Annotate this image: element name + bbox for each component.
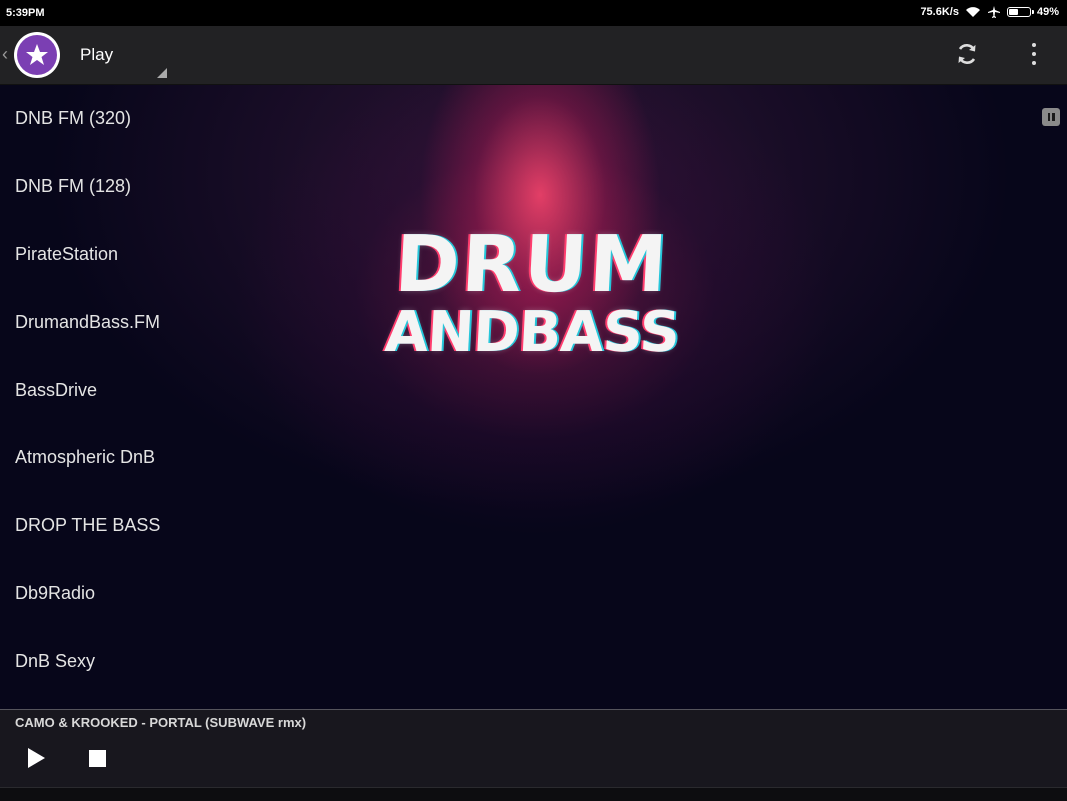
play-button[interactable]: [24, 746, 48, 770]
play-icon: [28, 748, 45, 768]
status-bar: 5:39PM 75.6K/s 49%: [0, 0, 1067, 26]
back-chevron-icon[interactable]: ‹: [2, 45, 8, 63]
page-title-spinner[interactable]: Play: [80, 45, 113, 65]
network-speed: 75.6K/s: [920, 6, 959, 18]
artwork-line-2: ANDBASS: [383, 300, 681, 365]
now-playing-track: CAMO & KROOKED - PORTAL (SUBWAVE rmx): [15, 715, 307, 730]
status-indicators: 75.6K/s 49%: [920, 5, 1059, 19]
wifi-icon: [965, 6, 981, 18]
station-item[interactable]: BassDrive: [0, 356, 420, 424]
station-item[interactable]: Db9Radio: [0, 560, 420, 628]
artwork-line-1: DRUM: [392, 220, 672, 310]
station-item[interactable]: DrumandBass.FM: [0, 288, 420, 356]
station-item[interactable]: Atmospheric DnB: [0, 424, 420, 492]
station-item[interactable]: PirateStation: [0, 221, 420, 289]
station-item[interactable]: DnB Sexy: [0, 627, 420, 695]
station-item[interactable]: DNB FM (320): [0, 85, 420, 153]
bottom-strip: [0, 787, 1067, 801]
overflow-menu-icon[interactable]: [1022, 39, 1046, 69]
action-bar: ‹ Play: [0, 26, 1067, 85]
station-item[interactable]: DROP THE BASS: [0, 492, 420, 560]
battery-icon: [1006, 7, 1034, 17]
app-logo-icon[interactable]: [14, 32, 60, 78]
airplane-icon: [987, 5, 1001, 19]
status-time: 5:39PM: [6, 7, 45, 19]
refresh-button[interactable]: [952, 39, 982, 69]
station-panel: DRUM ANDBASS DNB FM (320) DNB FM (128) P…: [0, 85, 1067, 709]
pause-icon[interactable]: [1042, 108, 1060, 126]
station-artwork: DRUM ANDBASS: [383, 220, 685, 375]
station-item[interactable]: DNB FM (128): [0, 153, 420, 221]
station-list: DNB FM (320) DNB FM (128) PirateStation …: [0, 85, 420, 695]
battery-percent: 49%: [1036, 6, 1059, 18]
refresh-icon: [958, 44, 976, 64]
spinner-dropdown-icon[interactable]: [157, 68, 167, 78]
stop-button[interactable]: [89, 750, 106, 767]
player-bar: CAMO & KROOKED - PORTAL (SUBWAVE rmx): [0, 709, 1067, 788]
